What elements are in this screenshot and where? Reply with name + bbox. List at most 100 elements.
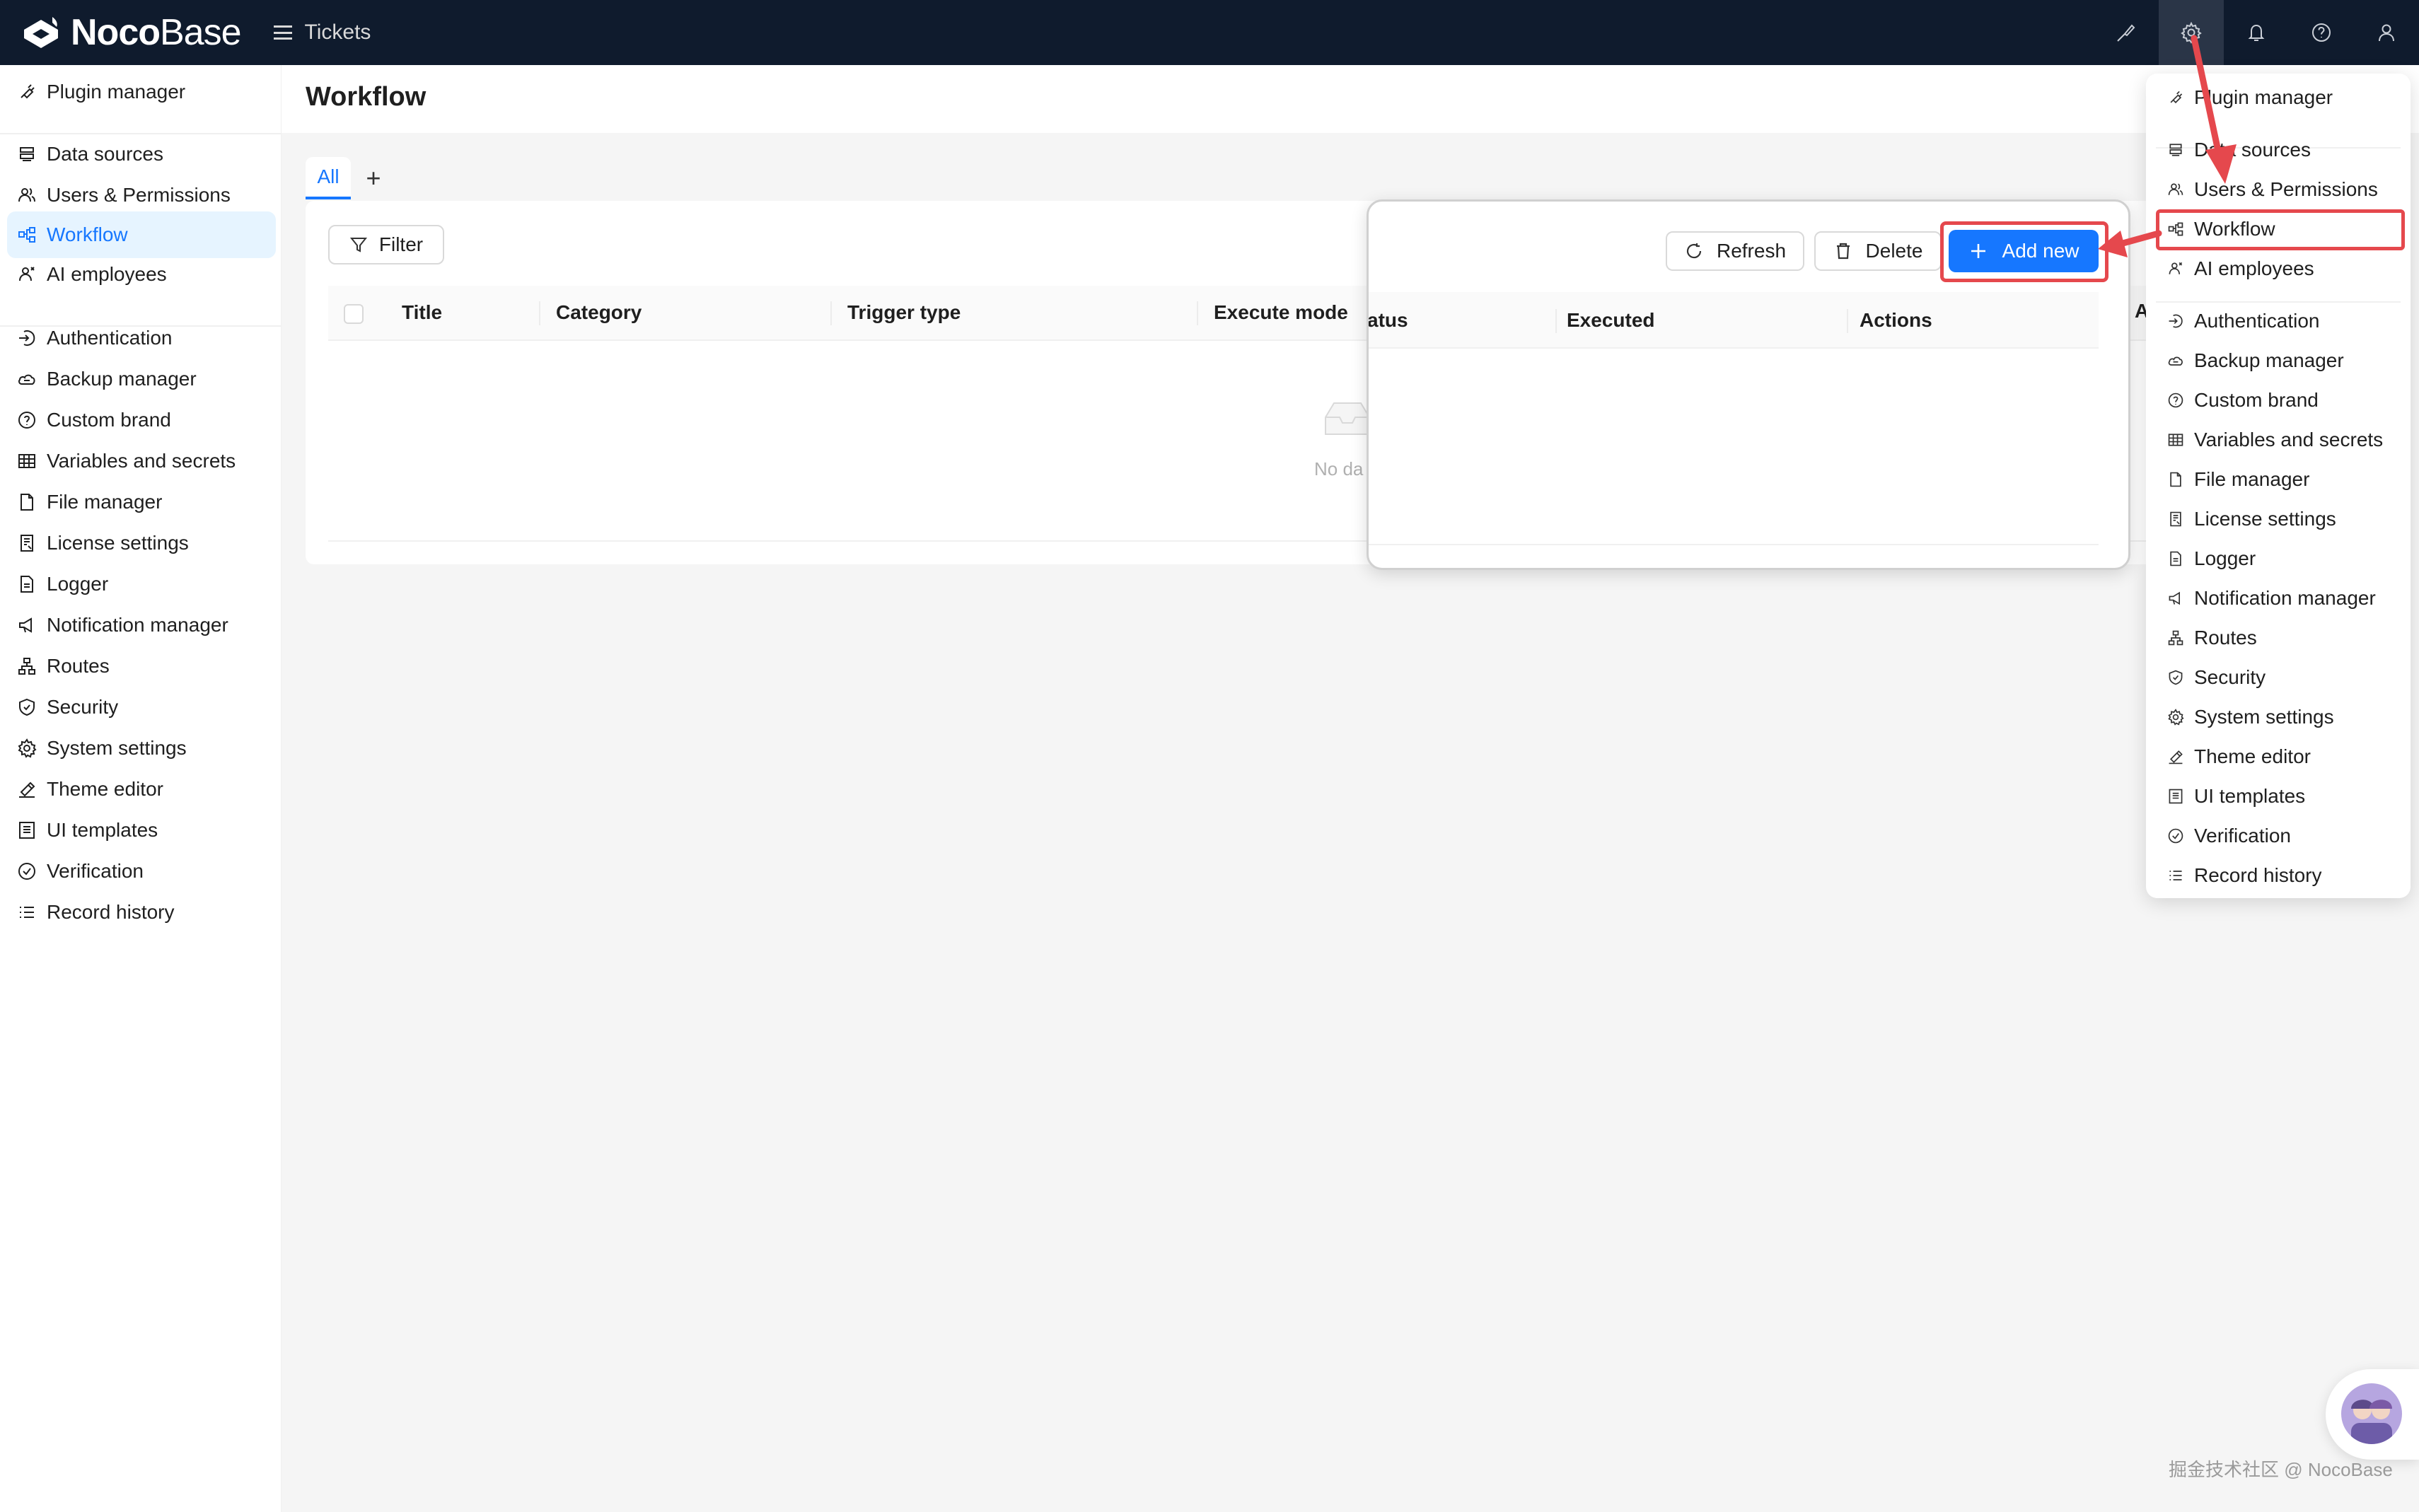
column-separator (830, 301, 832, 325)
column-actions[interactable]: Actions (1860, 309, 1932, 332)
dropdown-item-label: Authentication (2194, 310, 2320, 332)
menu-toggle[interactable]: Tickets (273, 21, 371, 45)
dropdown-item-plugin-manager[interactable]: Plugin manager (2146, 78, 2411, 117)
dropdown-item-label: Routes (2194, 627, 2257, 649)
sidebar-item-theme-editor[interactable]: Theme editor (7, 766, 276, 813)
ai-avatar-icon (2341, 1383, 2402, 1444)
column-trigger-type[interactable]: Trigger type (847, 301, 961, 324)
tab-all[interactable]: All (306, 157, 351, 199)
column-category[interactable]: Category (556, 301, 642, 324)
add-new-highlight-box (1940, 221, 2108, 282)
sidebar-item-data-sources[interactable]: Data sources (7, 131, 276, 178)
sidebar-item-custom-brand[interactable]: Custom brand (7, 397, 276, 443)
gear-icon (2168, 709, 2184, 726)
ai-assistant-button[interactable] (2326, 1369, 2419, 1460)
logo[interactable]: NocoBase (21, 0, 242, 65)
users-icon (2168, 183, 2183, 195)
theme-brush-button[interactable] (2094, 0, 2159, 65)
paint-icon (2169, 750, 2183, 764)
users-icon (18, 188, 35, 202)
sidebar-item-notification-manager[interactable]: Notification manager (7, 602, 276, 649)
column-title[interactable]: Title (402, 301, 442, 324)
dropdown-item-users-and-permissions[interactable]: Users & Permissions (2146, 170, 2411, 209)
column-executed[interactable]: Executed (1567, 309, 1655, 332)
database-icon (20, 147, 34, 161)
cloud-icon (2168, 356, 2183, 366)
column-execute-mode[interactable]: Execute mode (1214, 301, 1348, 324)
dropdown-item-workflow[interactable]: Workflow (2146, 210, 2411, 248)
sidebar-item-record-history[interactable]: Record history (7, 889, 276, 936)
sidebar-item-label: Authentication (47, 327, 173, 349)
dropdown-item-label: Backup manager (2194, 349, 2344, 371)
sidebar: Plugin manager Data sources Users & Permis… (0, 65, 282, 1512)
zoom-table-header: atus Executed Actions (1369, 292, 2099, 349)
question-icon (18, 412, 35, 429)
ai-icon (19, 267, 35, 281)
log-icon (2170, 551, 2181, 566)
template-icon (2169, 789, 2183, 804)
sidebar-item-label: Workflow (47, 223, 128, 245)
dropdown-item-custom-brand[interactable]: Custom brand (2146, 381, 2411, 419)
dropdown-item-routes[interactable]: Routes (2146, 619, 2411, 657)
column-separator (539, 301, 540, 325)
sidebar-item-system-settings[interactable]: System settings (7, 725, 276, 772)
filter-button[interactable]: Filter (328, 225, 444, 264)
dropdown-item-ui-templates[interactable]: UI templates (2146, 777, 2411, 815)
column-separator (1847, 309, 1848, 333)
help-icon (2312, 23, 2331, 42)
sidebar-item-ai-employees[interactable]: AI employees (7, 251, 276, 298)
menu-label: Tickets (304, 21, 371, 44)
sidebar-item-logger[interactable]: Logger (7, 561, 276, 607)
empty-text: No da (1314, 458, 1364, 479)
dropdown-item-security[interactable]: Security (2146, 658, 2411, 697)
dropdown-item-license-settings[interactable]: License settings (2146, 500, 2411, 538)
dropdown-item-backup-manager[interactable]: Backup manager (2146, 342, 2411, 380)
bell-icon (2248, 24, 2265, 41)
refresh-button[interactable]: Refresh (1666, 231, 1804, 271)
megaphone-icon (19, 617, 32, 633)
dropdown-item-verification[interactable]: Verification (2146, 817, 2411, 855)
dropdown-item-authentication[interactable]: Authentication (2146, 302, 2411, 340)
dropdown-item-variables-and-secrets[interactable]: Variables and secrets (2146, 421, 2411, 459)
dropdown-item-label: License settings (2194, 508, 2336, 530)
sidebar-item-file-manager[interactable]: File manager (7, 479, 276, 525)
filter-icon (349, 238, 367, 252)
dropdown-item-system-settings[interactable]: System settings (2146, 698, 2411, 736)
check-circle-icon (18, 863, 35, 880)
dropdown-item-label: AI employees (2194, 257, 2314, 279)
dropdown-item-logger[interactable]: Logger (2146, 540, 2411, 578)
help-button[interactable] (2289, 0, 2354, 65)
sidebar-item-label: Data sources (47, 143, 163, 165)
sidebar-item-label: AI employees (47, 263, 167, 285)
add-tab-button[interactable]: + (351, 157, 396, 199)
dropdown-item-file-manager[interactable]: File manager (2146, 460, 2411, 499)
sidebar-item-plugin-manager[interactable]: Plugin manager (7, 69, 276, 115)
sidebar-item-routes[interactable]: Routes (7, 643, 276, 690)
sidebar-item-backup-manager[interactable]: Backup manager (7, 356, 276, 402)
sidebar-item-security[interactable]: Security (7, 684, 276, 731)
top-bar: NocoBase Tickets (0, 0, 2419, 65)
delete-button[interactable]: Delete (1814, 231, 1942, 271)
dropdown-item-notification-manager[interactable]: Notification manager (2146, 579, 2411, 617)
dropdown-item-label: Security (2194, 666, 2266, 688)
nocobase-logo-icon (24, 17, 58, 48)
dropdown-item-data-sources[interactable]: Data sources (2146, 131, 2411, 169)
sidebar-item-ui-templates[interactable]: UI templates (7, 807, 276, 854)
notifications-button[interactable] (2224, 0, 2289, 65)
column-separator (1555, 309, 1557, 333)
user-button[interactable] (2354, 0, 2419, 65)
dropdown-item-theme-editor[interactable]: Theme editor (2146, 738, 2411, 776)
zoom-footer-line (1369, 544, 2099, 545)
dropdown-item-ai-employees[interactable]: AI employees (2146, 250, 2411, 288)
sidebar-item-authentication[interactable]: Authentication (7, 315, 276, 361)
gear-icon (18, 738, 37, 758)
dropdown-item-record-history[interactable]: Record history (2146, 856, 2411, 895)
sidebar-item-variables-and-secrets[interactable]: Variables and secrets (7, 438, 276, 484)
sidebar-item-license-settings[interactable]: License settings (7, 520, 276, 566)
select-all-checkbox[interactable] (344, 304, 364, 324)
column-status[interactable]: atus (1369, 309, 1408, 332)
sidebar-item-verification[interactable]: Verification (7, 848, 276, 895)
settings-button[interactable] (2159, 0, 2224, 65)
login-icon (19, 330, 35, 346)
plugin-icon (2170, 91, 2183, 104)
